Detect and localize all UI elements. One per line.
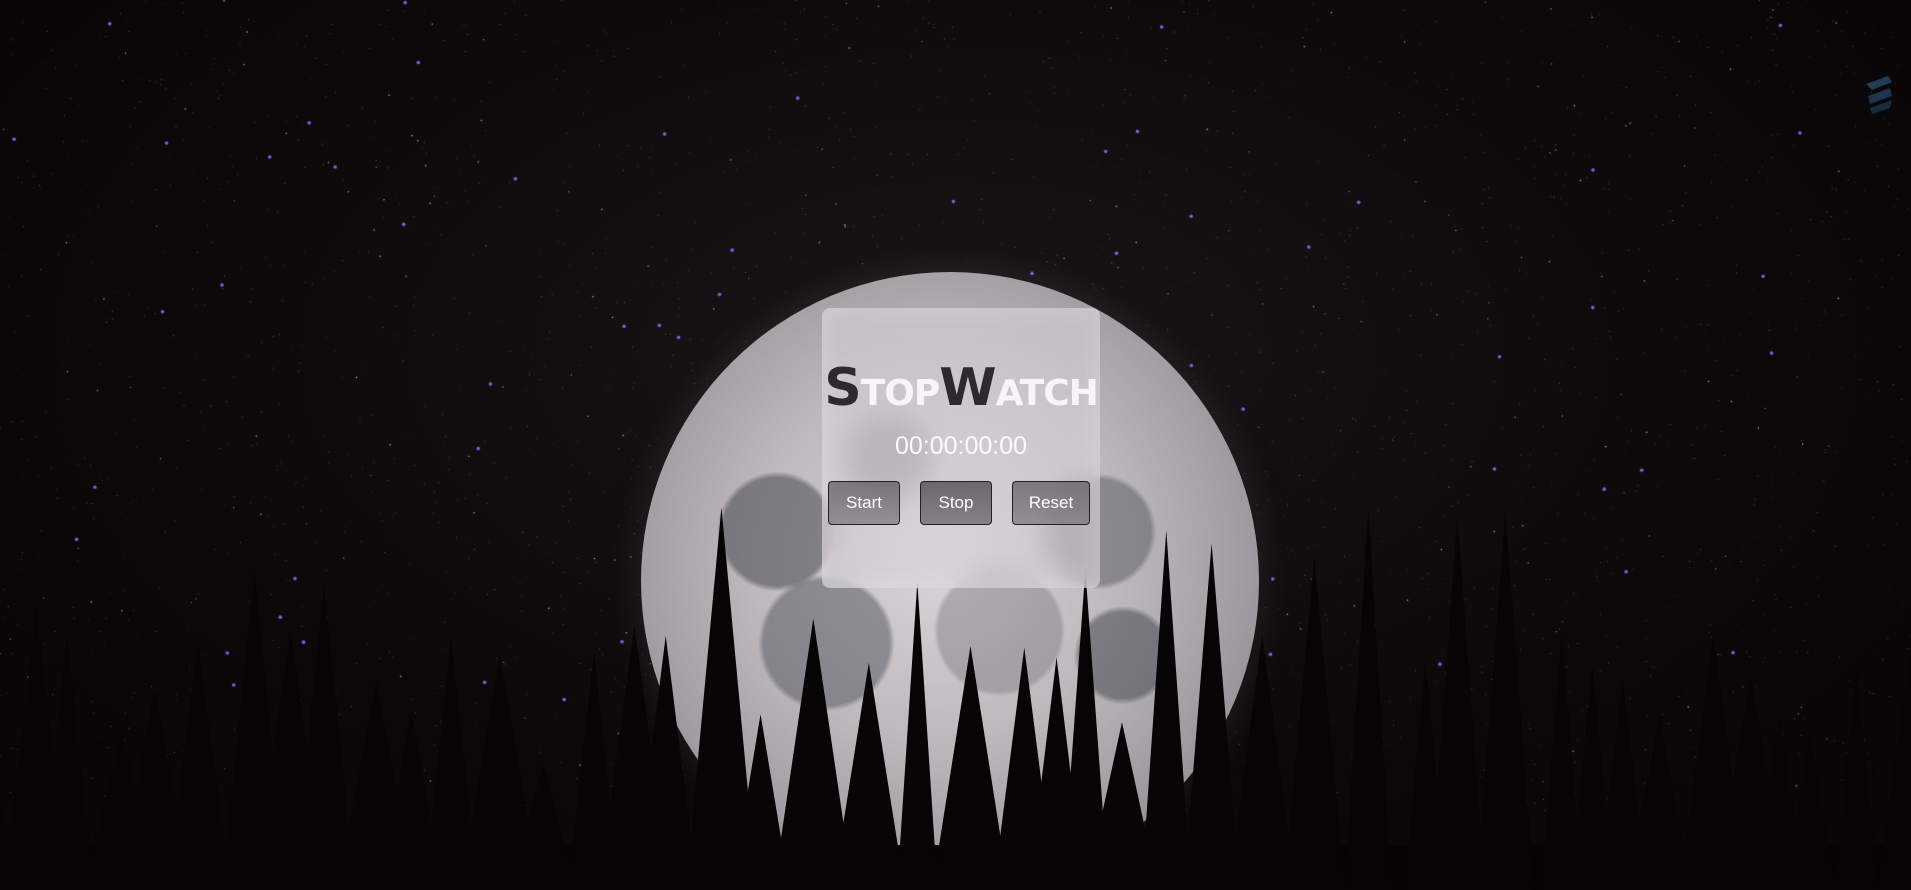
tree-silhouette [932, 645, 1009, 890]
background-scene: StopWatch 00:00:00:00 Start Stop Reset [0, 0, 1911, 890]
app-title: StopWatch [822, 362, 1100, 414]
tree-silhouette [1141, 530, 1192, 890]
stop-button[interactable]: Stop [920, 481, 992, 525]
tree-silhouette [1877, 653, 1911, 890]
title-letter-w: W [939, 358, 996, 418]
tree-silhouette [1344, 508, 1392, 890]
title-rest-atch: atch [995, 358, 1099, 418]
tree-silhouette [1429, 516, 1485, 890]
tree-silhouette [1283, 556, 1345, 890]
logo-icon[interactable] [1862, 74, 1896, 116]
tree-silhouette [165, 644, 231, 890]
tree-silhouette [1183, 543, 1240, 890]
tree-silhouette [1834, 668, 1879, 890]
tree-silhouette [1476, 511, 1535, 890]
start-button[interactable]: Start [828, 481, 900, 525]
tree-silhouette [832, 662, 905, 890]
tree-silhouette [1229, 634, 1296, 890]
reset-button[interactable]: Reset [1012, 481, 1090, 525]
control-buttons: Start Stop Reset [828, 481, 1094, 527]
stopwatch-card: StopWatch 00:00:00:00 Start Stop Reset [822, 308, 1100, 588]
tree-silhouette [897, 582, 938, 890]
title-letter-s: S [824, 358, 861, 418]
title-rest-top: top [860, 358, 941, 418]
timer-display: 00:00:00:00 [894, 432, 1028, 460]
